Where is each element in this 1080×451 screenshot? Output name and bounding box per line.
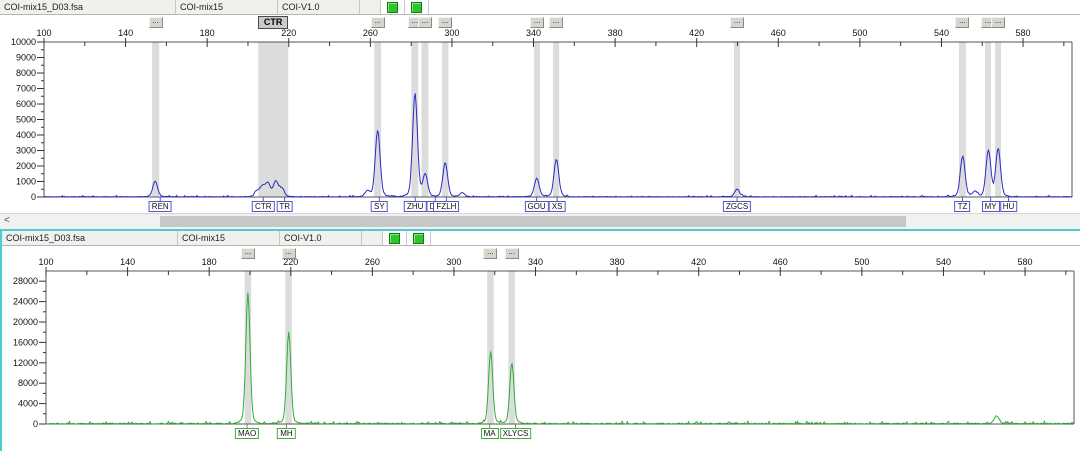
svg-text:0: 0 <box>31 192 36 202</box>
svg-text:540: 540 <box>934 28 949 38</box>
sample-header-row-1: COI-mix15_D03.fsa COI-mix15 COI-V1.0 <box>0 0 1080 15</box>
marker-options-button[interactable]: ... <box>549 17 563 28</box>
svg-text:140: 140 <box>118 28 133 38</box>
marker-options-button[interactable]: ... <box>149 17 163 28</box>
marker-controls-row-2: ............ <box>2 246 1080 260</box>
panel-version-cell: COI-V1.0 <box>278 0 360 14</box>
dye-checkbox-2[interactable] <box>405 0 429 14</box>
sample-name-cell: COI-mix15 <box>178 231 280 245</box>
marker-controls-row-1: .................................CTR <box>0 15 1080 29</box>
peak-label-gou[interactable]: GOU <box>524 201 548 212</box>
svg-text:7000: 7000 <box>16 84 36 94</box>
header-spacer-cell <box>362 231 383 245</box>
marker-options-button[interactable]: ... <box>530 17 544 28</box>
peak-label-hu[interactable]: HU <box>1000 201 1018 212</box>
electropherogram-panel-1: COI-mix15_D03.fsa COI-mix15 COI-V1.0 100… <box>0 0 1080 213</box>
header-spacer-cell <box>360 0 381 14</box>
marker-options-button[interactable]: ... <box>505 248 519 259</box>
scroll-left-arrow-icon[interactable]: < <box>4 215 10 226</box>
plot-area-2: 1001401802202603003403804204605005405800… <box>2 246 1080 451</box>
svg-text:460: 460 <box>771 28 786 38</box>
peak-label-fzlh[interactable]: FZLH <box>433 201 459 212</box>
svg-text:20000: 20000 <box>13 317 38 327</box>
marker-options-button[interactable]: ... <box>730 17 744 28</box>
marker-options-button[interactable]: ... <box>418 17 432 28</box>
marker-options-button[interactable]: ... <box>282 248 296 259</box>
peak-label-my[interactable]: MY <box>982 201 1000 212</box>
marker-options-button[interactable]: ... <box>991 17 1005 28</box>
svg-text:580: 580 <box>1016 28 1031 38</box>
dye-checkbox-1[interactable] <box>381 0 405 14</box>
svg-text:180: 180 <box>200 28 215 38</box>
svg-text:1000: 1000 <box>16 177 36 187</box>
peak-label-xlycs[interactable]: XLYCS <box>500 428 532 439</box>
peak-label-xs[interactable]: XS <box>549 201 566 212</box>
svg-text:380: 380 <box>608 28 623 38</box>
svg-text:12000: 12000 <box>13 358 38 368</box>
svg-text:8000: 8000 <box>16 68 36 78</box>
sample-header-row-2: COI-mix15_D03.fsa COI-mix15 COI-V1.0 <box>2 231 1080 246</box>
svg-text:0: 0 <box>33 419 38 429</box>
marker-options-button[interactable]: ... <box>371 17 385 28</box>
peak-label-ctr[interactable]: CTR <box>252 201 274 212</box>
svg-text:28000: 28000 <box>13 276 38 286</box>
svg-text:16000: 16000 <box>13 337 38 347</box>
svg-text:24000: 24000 <box>13 297 38 307</box>
peak-label-tr[interactable]: TR <box>276 201 293 212</box>
green-dye-on-icon <box>413 233 424 244</box>
green-dye-on-icon <box>389 233 400 244</box>
peak-label-ren[interactable]: REN <box>149 201 172 212</box>
svg-text:4000: 4000 <box>16 130 36 140</box>
svg-text:100: 100 <box>36 28 51 38</box>
svg-text:5000: 5000 <box>16 115 36 125</box>
electropherogram-svg-1: 100 140 180 220 260 300 340 380 420 460 500 540 580 0… <box>0 15 1080 213</box>
file-name-cell: COI-mix15_D03.fsa <box>2 231 178 245</box>
svg-text:220: 220 <box>281 28 296 38</box>
green-dye-on-icon <box>387 2 398 13</box>
electropherogram-panel-2: COI-mix15_D03.fsa COI-mix15 COI-V1.0 100… <box>0 229 1080 451</box>
peak-label-sy[interactable]: SY <box>371 201 388 212</box>
svg-text:10000: 10000 <box>11 37 36 47</box>
svg-text:500: 500 <box>852 28 867 38</box>
svg-text:420: 420 <box>689 28 704 38</box>
peak-label-ma[interactable]: MA <box>481 428 499 439</box>
svg-text:300: 300 <box>444 28 459 38</box>
dye-checkbox-2[interactable] <box>407 231 431 245</box>
svg-text:4000: 4000 <box>18 399 38 409</box>
scrollbar-thumb[interactable] <box>160 216 906 227</box>
panel-version-cell: COI-V1.0 <box>280 231 362 245</box>
marker-options-button[interactable]: ... <box>438 17 452 28</box>
sample-name-cell: COI-mix15 <box>176 0 278 14</box>
peak-label-mh[interactable]: MH <box>277 428 295 439</box>
svg-text:260: 260 <box>363 28 378 38</box>
marker-options-button[interactable]: ... <box>955 17 969 28</box>
peak-label-zhu[interactable]: ZHU <box>404 201 426 212</box>
peak-label-mao[interactable]: MAO <box>235 428 259 439</box>
svg-text:2000: 2000 <box>16 161 36 171</box>
peak-label-zgcs[interactable]: ZGCS <box>723 201 751 212</box>
green-dye-on-icon <box>411 2 422 13</box>
marker-options-button[interactable]: ... <box>483 248 497 259</box>
svg-text:340: 340 <box>526 28 541 38</box>
peak-label-tz[interactable]: TZ <box>955 201 971 212</box>
range-selector-ctr[interactable]: CTR <box>258 16 288 29</box>
svg-text:6000: 6000 <box>16 99 36 109</box>
horizontal-scrollbar[interactable]: < <box>0 213 1080 229</box>
marker-options-button[interactable]: ... <box>241 248 255 259</box>
file-name-cell: COI-mix15_D03.fsa <box>0 0 176 14</box>
svg-text:8000: 8000 <box>18 378 38 388</box>
electropherogram-svg-2: 1001401802202603003403804204605005405800… <box>2 246 1080 451</box>
plot-area-1: 100 140 180 220 260 300 340 380 420 460 500 540 580 0… <box>0 15 1080 213</box>
svg-text:3000: 3000 <box>16 146 36 156</box>
dye-checkbox-1[interactable] <box>383 231 407 245</box>
svg-text:9000: 9000 <box>16 53 36 63</box>
